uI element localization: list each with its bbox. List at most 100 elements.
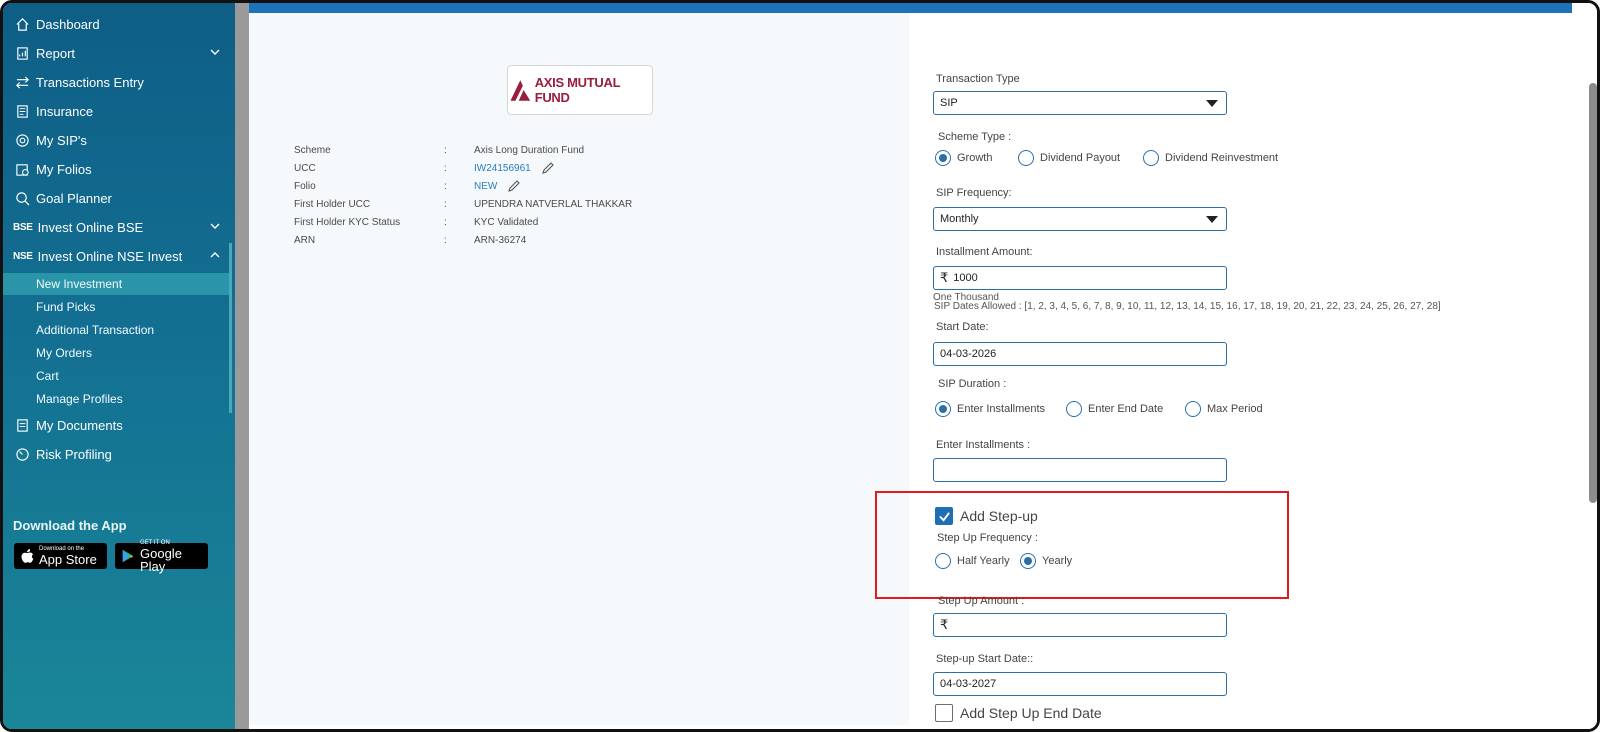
checkbox-label: Add Step-up: [960, 508, 1038, 524]
info-label: Scheme: [294, 144, 331, 156]
add-stepup-end-date-checkbox[interactable]: Add Step Up End Date: [935, 704, 1102, 722]
app-window: Dashboard Report Transactions Entry Insu…: [0, 0, 1600, 732]
info-row-scheme: Scheme : Axis Long Duration Fund: [294, 142, 584, 158]
installments-input[interactable]: [933, 458, 1227, 482]
info-label: ARN: [294, 234, 316, 246]
sidebar: Dashboard Report Transactions Entry Insu…: [3, 3, 235, 729]
radio-label: Growth: [957, 152, 993, 164]
sidebar-subitem-fund-picks[interactable]: Fund Picks: [3, 296, 232, 318]
sidebar-item-my-documents[interactable]: My Documents: [13, 413, 228, 437]
sidebar-item-label: My Folios: [36, 161, 92, 177]
start-date-label: Start Date:: [936, 321, 989, 333]
sip-duration-label: SIP Duration :: [938, 378, 1007, 390]
dropdown-arrow-icon: [1206, 100, 1218, 107]
radio-empty-icon: [1185, 401, 1201, 417]
edit-pencil-icon[interactable]: [507, 179, 521, 193]
radio-max-period[interactable]: Max Period: [1185, 401, 1263, 417]
sidebar-item-insurance[interactable]: Insurance: [13, 99, 228, 123]
transaction-type-select[interactable]: SIP: [933, 91, 1227, 115]
installment-amount-input[interactable]: ₹ 1000: [933, 266, 1227, 290]
sidebar-item-goal-planner[interactable]: Goal Planner: [13, 186, 228, 210]
stepup-start-date-input[interactable]: 04-03-2027: [933, 672, 1227, 696]
installment-amount-value: 1000: [953, 272, 978, 284]
sip-frequency-value: Monthly: [940, 213, 979, 225]
chevron-up-icon: [210, 252, 220, 258]
radio-empty-icon: [1018, 150, 1034, 166]
google-play-button[interactable]: GET IT ON Google Play: [115, 540, 208, 573]
info-row-arn: ARN : ARN-36274: [294, 232, 526, 248]
sidebar-item-label: Report: [36, 45, 76, 61]
info-colon: :: [444, 216, 447, 228]
start-date-input[interactable]: 04-03-2026: [933, 342, 1227, 366]
info-colon: :: [444, 144, 447, 156]
scheme-type-label: Scheme Type :: [938, 131, 1012, 143]
folio-link[interactable]: NEW: [474, 181, 497, 192]
checkbox-label: Add Step Up End Date: [960, 705, 1102, 721]
radio-dividend-payout[interactable]: Dividend Payout: [1018, 150, 1120, 166]
nse-tag: NSE: [13, 250, 33, 262]
radio-growth[interactable]: Growth: [935, 150, 992, 166]
radio-label: Dividend Payout: [1040, 152, 1121, 164]
stepup-amount-input[interactable]: ₹: [933, 613, 1227, 637]
info-label: Folio: [294, 180, 316, 192]
sip-dates-allowed: SIP Dates Allowed : [1, 2, 3, 4, 5, 6, 7…: [934, 301, 1441, 312]
bse-tag: BSE: [13, 221, 33, 233]
checkbox-empty-icon: [935, 704, 953, 722]
google-play-icon: [122, 549, 134, 563]
sidebar-item-transactions[interactable]: Transactions Entry: [13, 70, 228, 94]
radio-enter-installments[interactable]: Enter Installments: [935, 401, 1045, 417]
sidebar-item-my-folios[interactable]: My Folios: [13, 157, 228, 181]
info-row-ucc: UCC : IW24156961: [294, 160, 555, 176]
stepup-amount-label: Step Up Amount :: [938, 595, 1025, 607]
kyc-status-value: KYC Validated: [474, 216, 539, 228]
edit-pencil-icon[interactable]: [541, 161, 555, 175]
sidebar-item-invest-bse[interactable]: BSE Invest Online BSE: [13, 215, 228, 239]
sidebar-subitem-additional-transaction[interactable]: Additional Transaction: [3, 319, 232, 341]
chevron-down-icon: [210, 49, 220, 55]
folio-icon: [13, 160, 31, 178]
sidebar-subitem-my-orders[interactable]: My Orders: [3, 342, 232, 364]
report-icon: [13, 44, 31, 62]
sidebar-item-my-sips[interactable]: My SIP's: [13, 128, 228, 152]
gauge-icon: [13, 445, 31, 463]
rupee-icon: ₹: [940, 270, 949, 285]
sidebar-subitem-manage-profiles[interactable]: Manage Profiles: [3, 388, 232, 410]
radio-yearly[interactable]: Yearly: [1020, 553, 1072, 569]
info-row-kyc: First Holder KYC Status : KYC Validated: [294, 214, 538, 230]
radio-dividend-reinvestment[interactable]: Dividend Reinvestment: [1143, 150, 1278, 166]
arn-value: ARN-36274: [474, 234, 527, 246]
google-play-big: Google Play: [140, 545, 182, 574]
apple-icon: [21, 549, 34, 563]
radio-enter-end-date[interactable]: Enter End Date: [1066, 401, 1163, 417]
sidebar-subitem-new-investment[interactable]: New Investment: [3, 273, 232, 295]
sidebar-item-report[interactable]: Report: [13, 41, 228, 65]
insurance-icon: [13, 102, 31, 120]
add-stepup-checkbox[interactable]: Add Step-up: [935, 507, 1038, 525]
sidebar-item-invest-nse[interactable]: NSE Invest Online NSE Invest: [13, 244, 228, 268]
axis-logo-icon: [510, 80, 531, 101]
ucc-link[interactable]: IW24156961: [474, 163, 531, 174]
radio-half-yearly[interactable]: Half Yearly: [935, 553, 1010, 569]
download-app-title: Download the App: [13, 518, 127, 533]
home-icon: [13, 15, 31, 33]
stepup-start-date-value: 04-03-2027: [940, 678, 997, 690]
info-colon: :: [444, 198, 447, 210]
sidebar-item-label: My SIP's: [36, 132, 87, 148]
sidebar-item-risk-profiling[interactable]: Risk Profiling: [13, 442, 228, 466]
radio-label: Half Yearly: [957, 555, 1010, 567]
radio-empty-icon: [1066, 401, 1082, 417]
document-icon: [13, 416, 31, 434]
sidebar-item-dashboard[interactable]: Dashboard: [13, 12, 228, 36]
radio-label: Dividend Reinvestment: [1165, 152, 1279, 164]
scheme-value: Axis Long Duration Fund: [474, 144, 585, 156]
info-row-first-holder-ucc: First Holder UCC : UPENDRA NATVERLAL THA…: [294, 196, 632, 212]
sidebar-scrollbar[interactable]: [229, 243, 232, 413]
page-scrollbar-thumb[interactable]: [1589, 83, 1597, 503]
main-content: AXIS MUTUAL FUND Scheme : Axis Long Dura…: [249, 3, 1572, 729]
sip-frequency-select[interactable]: Monthly: [933, 207, 1227, 231]
radio-selected-icon: [935, 150, 951, 166]
radio-label: Enter End Date: [1088, 403, 1164, 415]
sidebar-subitem-cart[interactable]: Cart: [3, 365, 232, 387]
top-accent-bar: [249, 3, 1572, 13]
app-store-button[interactable]: Download on the App Store: [14, 543, 107, 569]
